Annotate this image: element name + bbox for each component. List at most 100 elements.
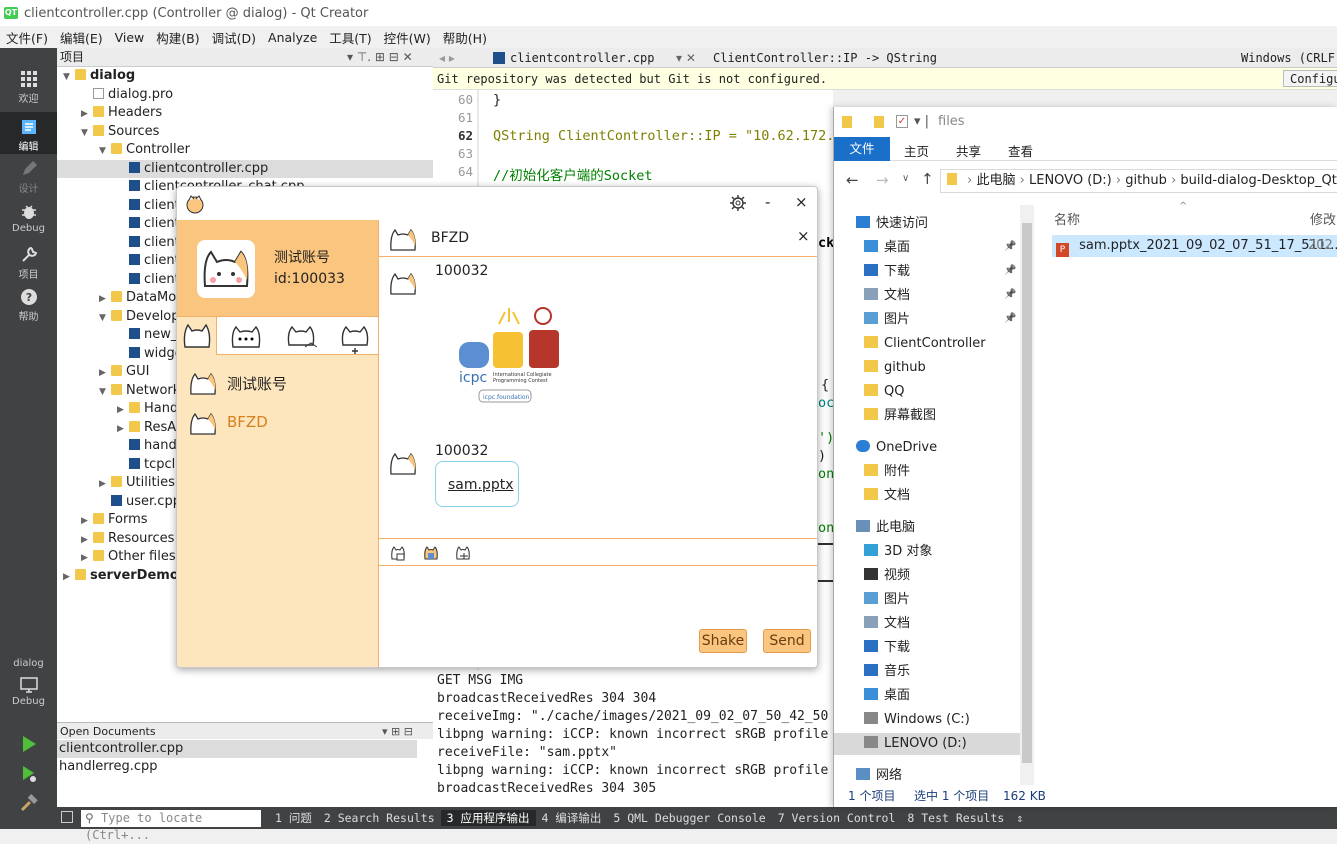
expand-arrow-icon[interactable]: ▶ — [117, 401, 129, 419]
tree-folder[interactable]: ▶ Utilities — [57, 474, 175, 492]
nav-item[interactable]: Windows (C:) — [864, 709, 970, 731]
expand-arrow-icon[interactable]: ▶ — [99, 290, 111, 308]
ribbon-tab-view[interactable]: 查看 — [1008, 141, 1033, 160]
tab-contacts[interactable] — [177, 317, 217, 355]
expand-arrow-icon[interactable]: ▼ — [99, 309, 111, 327]
line-ending-selector[interactable]: Windows (CRLF — [1241, 48, 1335, 68]
nav-item[interactable]: 图片 — [864, 309, 910, 331]
tree-file[interactable]: handler — [57, 437, 194, 455]
nav-item[interactable]: 视频 — [864, 565, 910, 587]
mode-projects[interactable]: 项目 — [0, 246, 57, 288]
shake-button[interactable]: Shake — [699, 629, 747, 653]
send-button[interactable]: Send — [763, 629, 811, 653]
run-button[interactable] — [0, 735, 57, 757]
forward-arrow-icon[interactable]: → — [876, 171, 889, 189]
nav-item[interactable]: QQ — [864, 381, 904, 403]
column-header-modified[interactable]: 修改 — [1310, 209, 1336, 228]
pane-search-results[interactable]: 2 Search Results — [318, 811, 441, 825]
build-button[interactable] — [0, 794, 57, 816]
nav-item[interactable]: 文档 — [864, 285, 910, 307]
menu-file[interactable]: 文件(F) — [0, 28, 54, 47]
nav-item[interactable]: LENOVO (D:) — [834, 733, 1020, 755]
pin-icon[interactable]: 📌 — [1004, 241, 1016, 252]
back-arrow-icon[interactable]: ← — [846, 171, 859, 189]
expand-arrow-icon[interactable]: ▼ — [63, 68, 75, 86]
tree-folder[interactable]: ▼ Network — [57, 382, 180, 400]
tree-folder[interactable]: ▼ Developer — [57, 308, 193, 326]
pane-test-results[interactable]: 8 Test Results — [901, 811, 1010, 825]
nav-item[interactable]: ClientController — [864, 333, 986, 355]
path-segment[interactable]: build-dialog-Desktop_Qt — [1180, 173, 1336, 188]
git-configure-button[interactable]: Configu — [1283, 70, 1337, 87]
expand-arrow-icon[interactable]: ▶ — [81, 105, 93, 123]
properties-icon[interactable]: ✓ — [896, 115, 908, 128]
mode-design[interactable]: 设计 — [0, 160, 57, 202]
file-message-bubble[interactable]: sam.pptx — [435, 461, 519, 507]
tree-file[interactable]: user.cpp — [57, 493, 181, 511]
icpc-logo-image[interactable]: icpc International Collegiate Programmin… — [449, 302, 569, 408]
pin-icon[interactable]: 📌 — [1004, 313, 1016, 324]
tree-folder[interactable]: ▼ Sources — [57, 123, 159, 141]
send-image-icon[interactable] — [422, 544, 440, 562]
tree-folder[interactable]: ▶ Headers — [57, 104, 162, 122]
message-input[interactable] — [379, 567, 817, 629]
menu-analyze[interactable]: Analyze — [262, 30, 323, 45]
pane-issues[interactable]: 1 问题 — [269, 810, 318, 826]
open-document-item[interactable]: handlerreg.cpp — [57, 758, 158, 776]
debug-run-button[interactable] — [0, 765, 57, 787]
mode-edit[interactable]: 编辑 — [0, 112, 57, 154]
nav-item[interactable]: 此电脑 — [856, 517, 915, 539]
minimize-button[interactable]: - — [765, 193, 770, 211]
nav-item[interactable]: 快速访问 — [856, 213, 928, 235]
pin-icon[interactable]: 📌 — [1004, 289, 1016, 300]
menu-tools[interactable]: 工具(T) — [323, 28, 377, 47]
expand-arrow-icon[interactable]: ▶ — [99, 364, 111, 382]
path-segment[interactable]: LENOVO (D:) — [1029, 173, 1112, 188]
symbol-selector[interactable]: ClientController::IP -> QString — [713, 48, 937, 68]
nav-item[interactable]: 桌面 — [864, 685, 910, 707]
expand-arrow-icon[interactable]: ▼ — [81, 124, 93, 142]
nav-item[interactable]: github — [864, 357, 926, 379]
file-row[interactable]: P sam.pptx_2021_09_02_07_51_17_511... 20… — [1052, 235, 1337, 257]
open-document-item[interactable]: clientcontroller.cpp — [57, 740, 417, 758]
locator-input[interactable]: ⚲ Type to locate (Ctrl+... — [81, 809, 261, 842]
file-link[interactable]: sam.pptx — [448, 477, 514, 493]
nav-item[interactable]: 下载 — [864, 637, 910, 659]
pane-version-control[interactable]: 7 Version Control — [772, 811, 902, 825]
path-segment[interactable]: github — [1125, 173, 1167, 188]
address-bar[interactable]: › 此电脑 › LENOVO (D:) › github › build-dia… — [940, 169, 1337, 193]
nav-item[interactable]: 音乐 — [864, 661, 910, 683]
nav-item[interactable]: 桌面 — [864, 237, 910, 259]
expand-arrow-icon[interactable]: ▶ — [99, 475, 111, 493]
menu-debug[interactable]: 调试(D) — [206, 28, 262, 47]
more-panes-icon[interactable]: ⇕ — [1010, 811, 1029, 825]
scrollbar-thumb[interactable] — [1022, 223, 1032, 763]
expand-arrow-icon[interactable]: ▼ — [99, 142, 111, 160]
tree-folder[interactable]: ▶ ResA — [57, 419, 176, 437]
expand-arrow-icon[interactable]: ▶ — [117, 420, 129, 438]
menu-edit[interactable]: 编辑(E) — [54, 28, 109, 47]
expand-arrow-icon[interactable]: ▶ — [81, 549, 93, 567]
pane-application-output[interactable]: 3 应用程序输出 — [440, 810, 536, 826]
nav-item[interactable]: 网络 — [856, 765, 902, 787]
nav-item[interactable]: 3D 对象 — [864, 541, 932, 563]
menu-help[interactable]: 帮助(H) — [437, 28, 493, 47]
tree-file[interactable]: clientcontroller.cpp — [57, 159, 433, 178]
send-file-icon[interactable] — [389, 544, 407, 562]
ribbon-tab-home[interactable]: 主页 — [904, 141, 929, 160]
tree-file[interactable]: dialog.pro — [57, 86, 173, 104]
screenshot-icon[interactable] — [454, 544, 472, 562]
nav-item[interactable]: 文档 — [864, 485, 910, 507]
tree-folder[interactable]: ▶ Forms — [57, 511, 148, 529]
menu-widgets[interactable]: 控件(W) — [378, 28, 437, 47]
nav-item[interactable]: 附件 — [864, 461, 910, 483]
nav-item[interactable]: 下载 — [864, 261, 910, 283]
expand-arrow-icon[interactable]: ▶ — [81, 531, 93, 549]
tree-file[interactable]: widget — [57, 345, 188, 363]
ribbon-tab-file[interactable]: 文件 — [834, 137, 890, 161]
menu-view[interactable]: View — [109, 30, 151, 45]
pane-qml-debugger[interactable]: 5 QML Debugger Console — [607, 811, 771, 825]
pin-icon[interactable]: 📌 — [1004, 265, 1016, 276]
nav-scrollbar[interactable] — [1020, 205, 1034, 785]
mode-help[interactable]: ? 帮助 — [0, 288, 57, 330]
